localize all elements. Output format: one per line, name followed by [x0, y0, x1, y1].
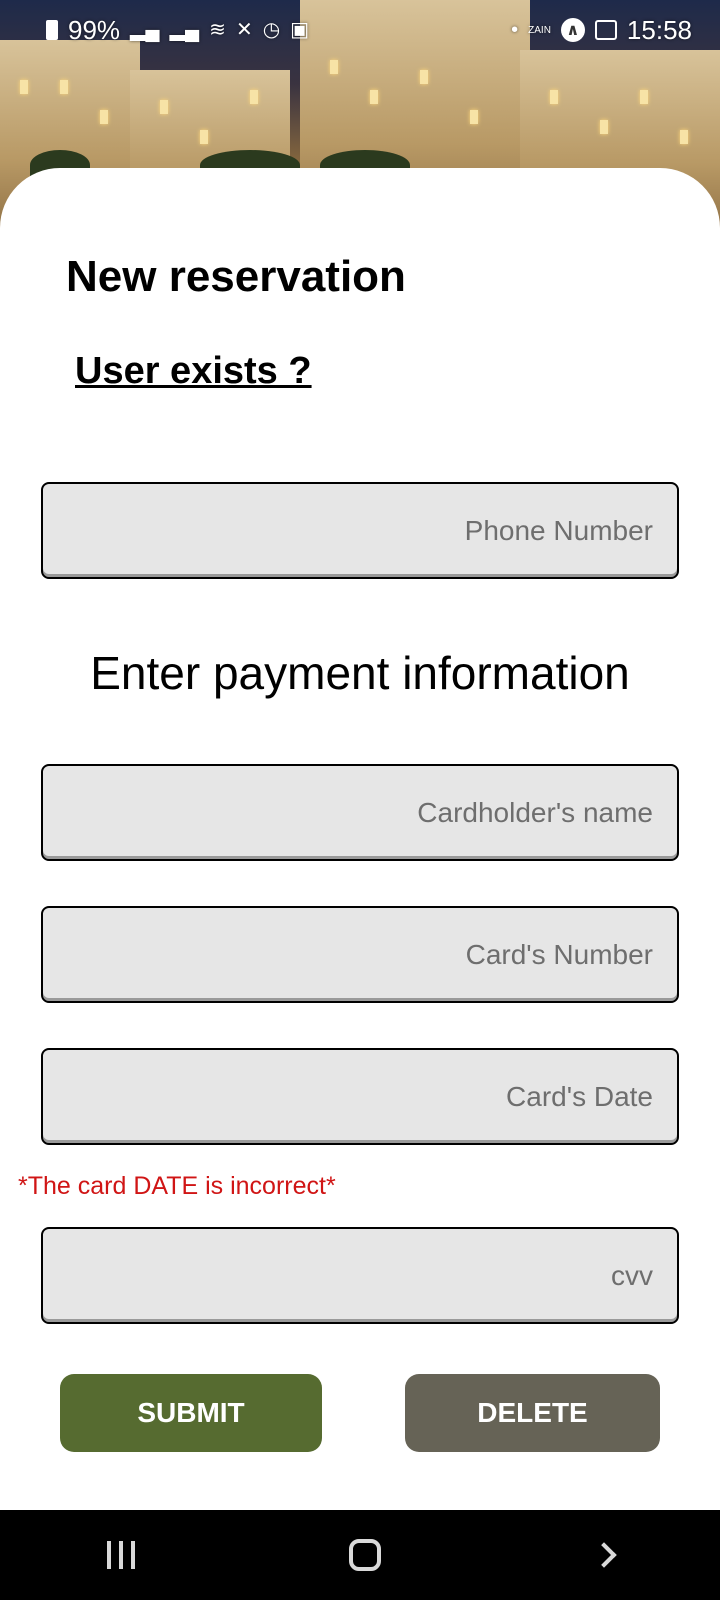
wifi-icon: ≋ — [209, 19, 226, 41]
back-icon[interactable] — [591, 1542, 617, 1568]
home-icon[interactable] — [349, 1539, 381, 1571]
cardholder-name-input[interactable] — [43, 766, 653, 859]
phone-number-field[interactable] — [41, 482, 679, 579]
card-date-field[interactable] — [41, 1048, 679, 1145]
delete-button[interactable]: DELETE — [405, 1374, 660, 1452]
app-notification-icon: ∧ — [560, 18, 585, 42]
user-exists-link[interactable]: User exists ? — [75, 350, 312, 393]
recent-apps-icon[interactable] — [107, 1541, 135, 1569]
lock-icon: ▣ — [290, 19, 310, 41]
battery-percent: 99% — [68, 14, 121, 45]
signal-icon-2: ▂▄ — [169, 19, 200, 41]
battery-icon — [46, 20, 58, 40]
phone-number-input[interactable] — [43, 484, 653, 577]
card-date-input[interactable] — [43, 1050, 653, 1143]
status-bar: 99% ▂▄ ▂▄ ≋ ✕ ◷ ▣ • ZAIN ∧ 15:58 — [0, 0, 720, 60]
mute-icon: ✕ — [235, 19, 253, 41]
dot-icon: • — [511, 19, 519, 41]
cardholder-name-field[interactable] — [41, 764, 679, 861]
signal-icon: ▂▄ — [130, 19, 160, 41]
page-title: New reservation — [66, 252, 406, 301]
card-number-input[interactable] — [43, 908, 653, 1001]
cvv-input[interactable] — [43, 1229, 653, 1322]
card-date-error: *The card DATE is incorrect* — [18, 1172, 336, 1200]
submit-button[interactable]: SUBMIT — [60, 1374, 322, 1452]
payment-section-title: Enter payment information — [90, 647, 630, 699]
alarm-icon: ◷ — [262, 19, 281, 41]
navigation-bar — [0, 1510, 720, 1600]
cvv-field[interactable] — [41, 1227, 679, 1324]
image-icon — [594, 20, 617, 40]
carrier-label: ZAIN — [528, 24, 551, 36]
card-number-field[interactable] — [41, 906, 679, 1003]
clock: 15:58 — [626, 14, 692, 45]
